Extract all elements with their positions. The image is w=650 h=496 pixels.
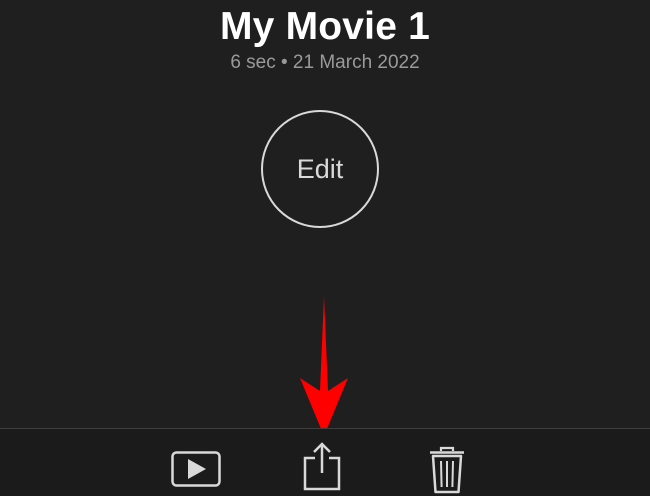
trash-icon <box>430 446 464 494</box>
project-title: My Movie 1 <box>219 5 431 48</box>
edit-button[interactable]: Edit <box>261 110 379 228</box>
share-button[interactable] <box>302 441 342 491</box>
project-meta: 6 sec • 21 March 2022 <box>230 52 420 73</box>
annotation-arrow <box>300 296 348 436</box>
delete-button[interactable] <box>428 446 466 494</box>
bottom-toolbar <box>0 428 650 496</box>
edit-label: Edit <box>296 154 344 184</box>
play-icon <box>171 451 221 487</box>
share-icon <box>303 442 341 491</box>
play-button[interactable] <box>171 451 221 487</box>
